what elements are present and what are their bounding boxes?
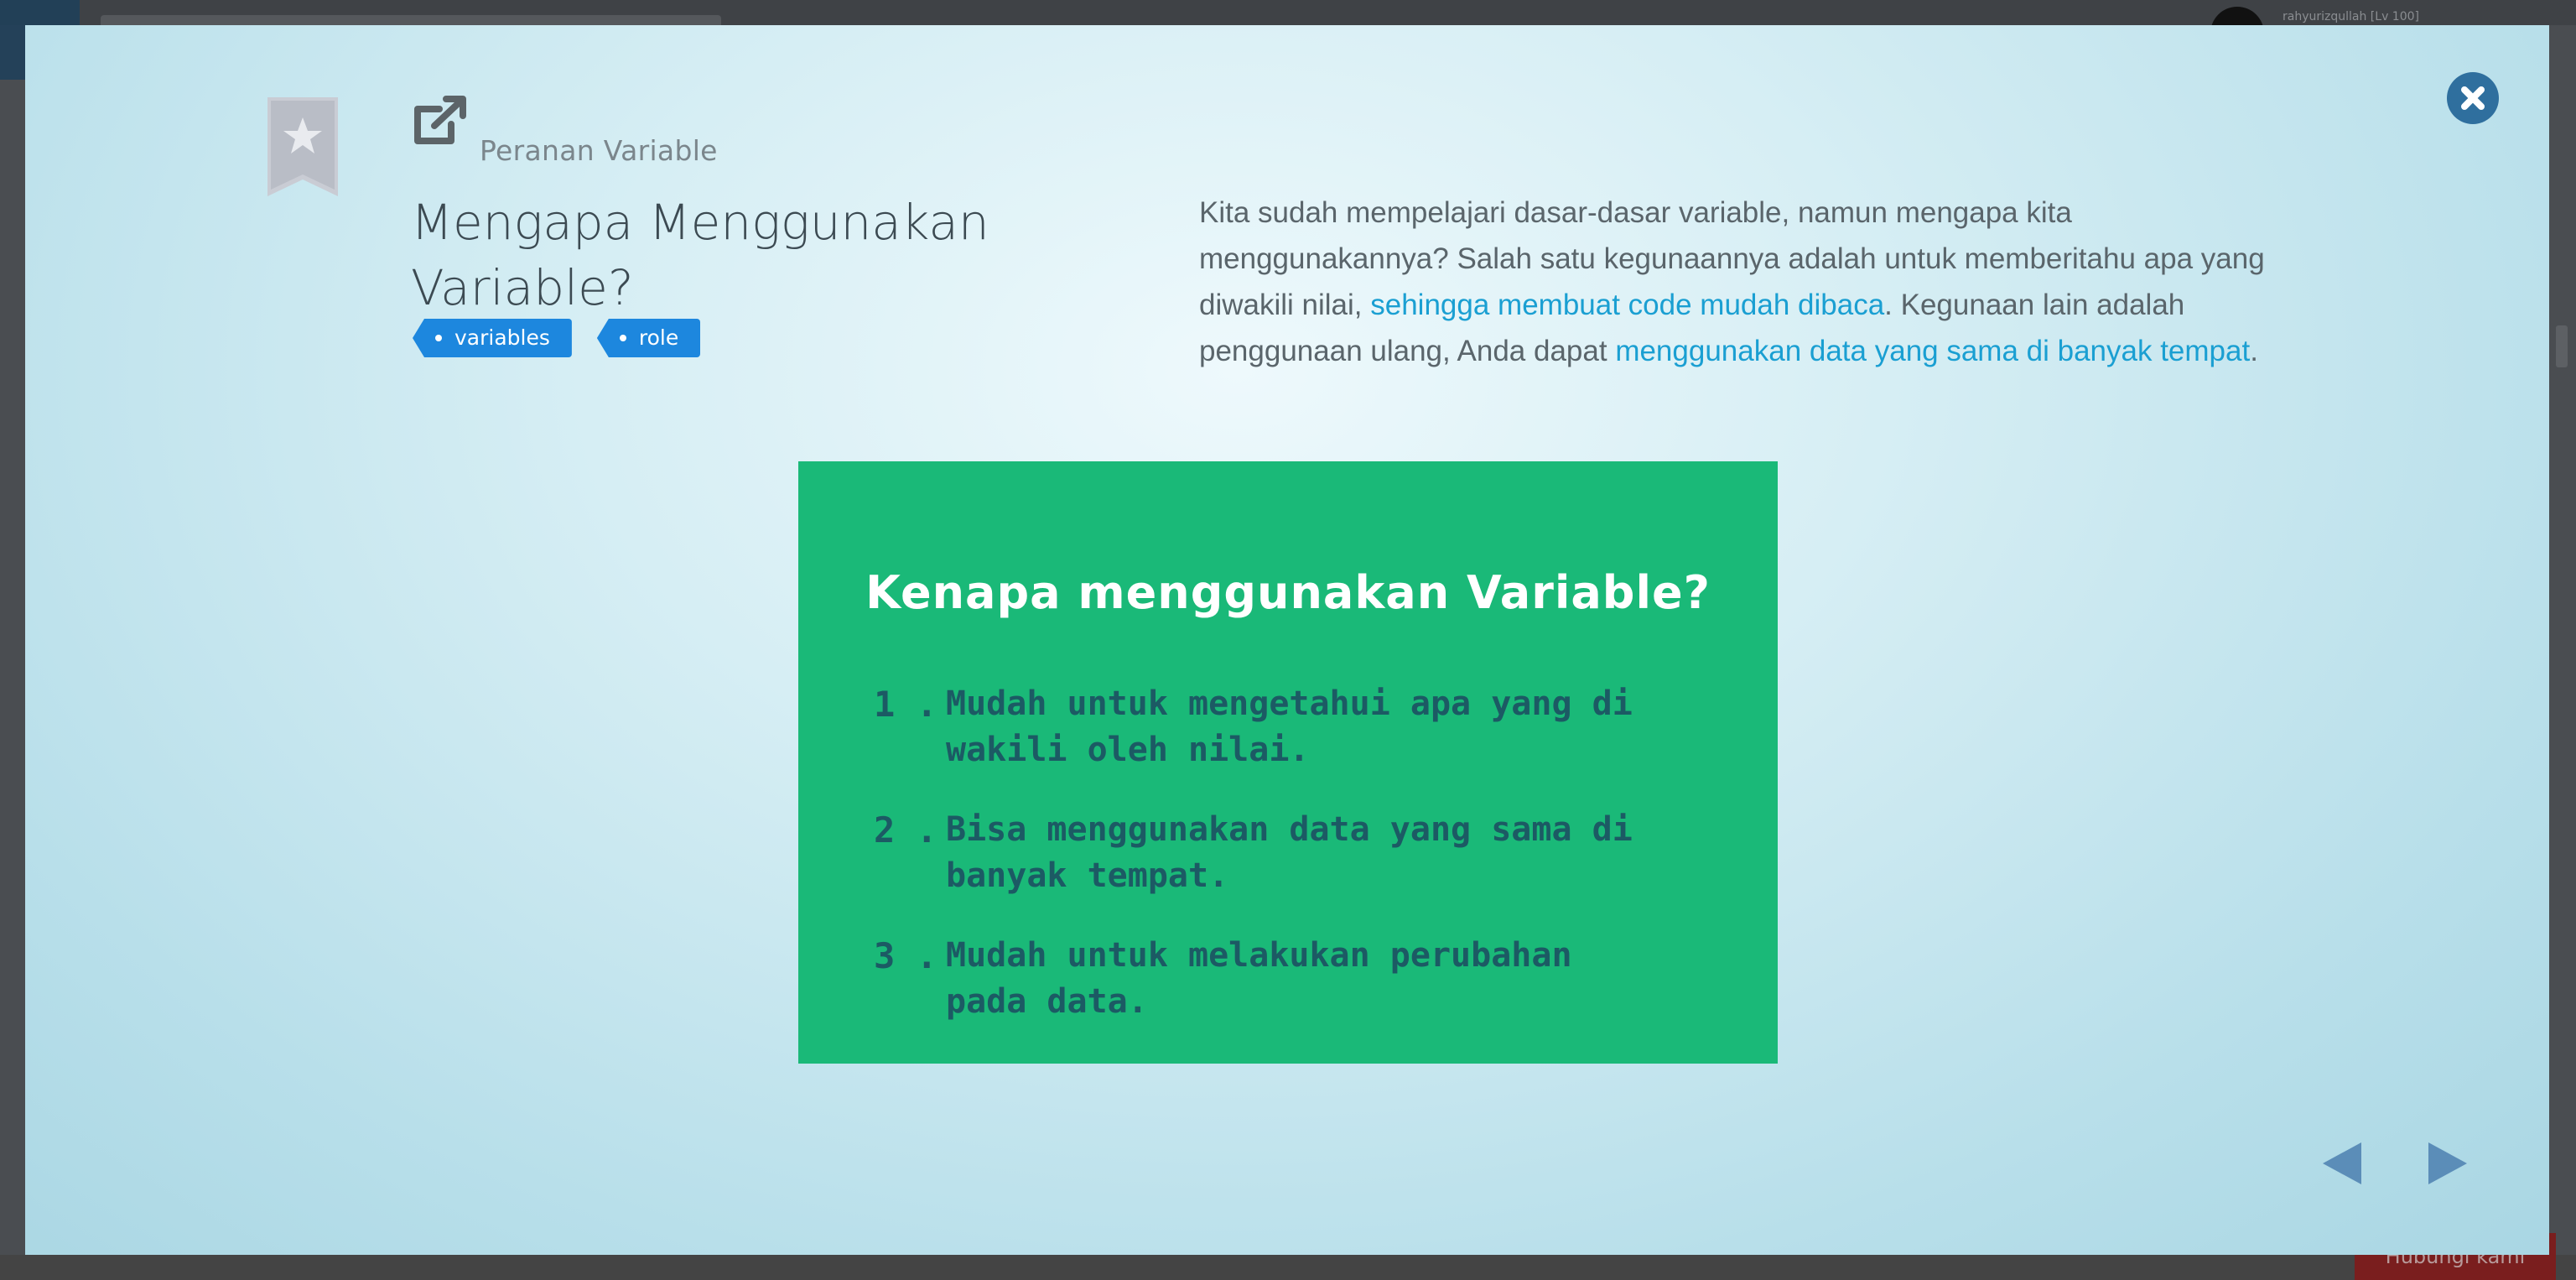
description-text: . (2250, 335, 2258, 367)
slide-item-text: Mudah untuk mengetahui apa yang di wakil… (946, 684, 1633, 769)
lesson-slide: Kenapa menggunakan Variable? 1 . Mudah u… (798, 461, 1778, 1064)
tag-list: variables role (413, 319, 701, 357)
next-arrow-icon[interactable] (2427, 1141, 2469, 1186)
tag-role[interactable]: role (596, 319, 701, 357)
prev-arrow-icon[interactable] (2321, 1141, 2363, 1186)
slide-item: 1 . Mudah untuk mengetahui apa yang di w… (874, 681, 1712, 773)
lesson-title: Mengapa Menggunakan Variable? (411, 194, 989, 316)
bookmark-star-icon[interactable] (267, 97, 338, 196)
background-bottombar (0, 1255, 2576, 1280)
slide-item-text: Bisa menggunakan data yang sama di banya… (946, 810, 1633, 895)
slide-item: 3 . Mudah untuk melakukan perubahan pada… (874, 933, 1712, 1025)
description-link-reuse[interactable]: menggunakan data yang sama di banyak tem… (1615, 335, 2250, 367)
lesson-description: Kita sudah mempelajari dasar-dasar varia… (1199, 190, 2298, 374)
slide-item-number: 3 . (874, 935, 937, 976)
tag-variables[interactable]: variables (413, 319, 572, 357)
lesson-modal: Peranan Variable Mengapa Menggunakan Var… (25, 25, 2549, 1255)
tag-label: role (638, 325, 679, 350)
slide-title: Kenapa menggunakan Variable? (865, 566, 1711, 619)
slide-item: 2 . Bisa menggunakan data yang sama di b… (874, 807, 1712, 899)
background-scrollbar (2556, 325, 2568, 367)
background-username: rahyurizqullah [Lv 100] (2283, 10, 2419, 23)
slide-item-number: 1 . (874, 684, 937, 725)
close-icon (2461, 86, 2485, 110)
tag-label: variables (454, 325, 550, 350)
tag-dot (619, 335, 626, 341)
description-link-readable[interactable]: sehingga membuat code mudah dibaca (1370, 289, 1884, 321)
close-button[interactable] (2447, 72, 2499, 124)
tag-dot (435, 335, 442, 341)
external-link-icon[interactable] (413, 94, 470, 146)
slide-item-text: Mudah untuk melakukan perubahan pada dat… (946, 936, 1572, 1021)
slide-list: 1 . Mudah untuk mengetahui apa yang di w… (874, 681, 1712, 1059)
slide-item-number: 2 . (874, 809, 937, 851)
lesson-category: Peranan Variable (480, 134, 718, 167)
